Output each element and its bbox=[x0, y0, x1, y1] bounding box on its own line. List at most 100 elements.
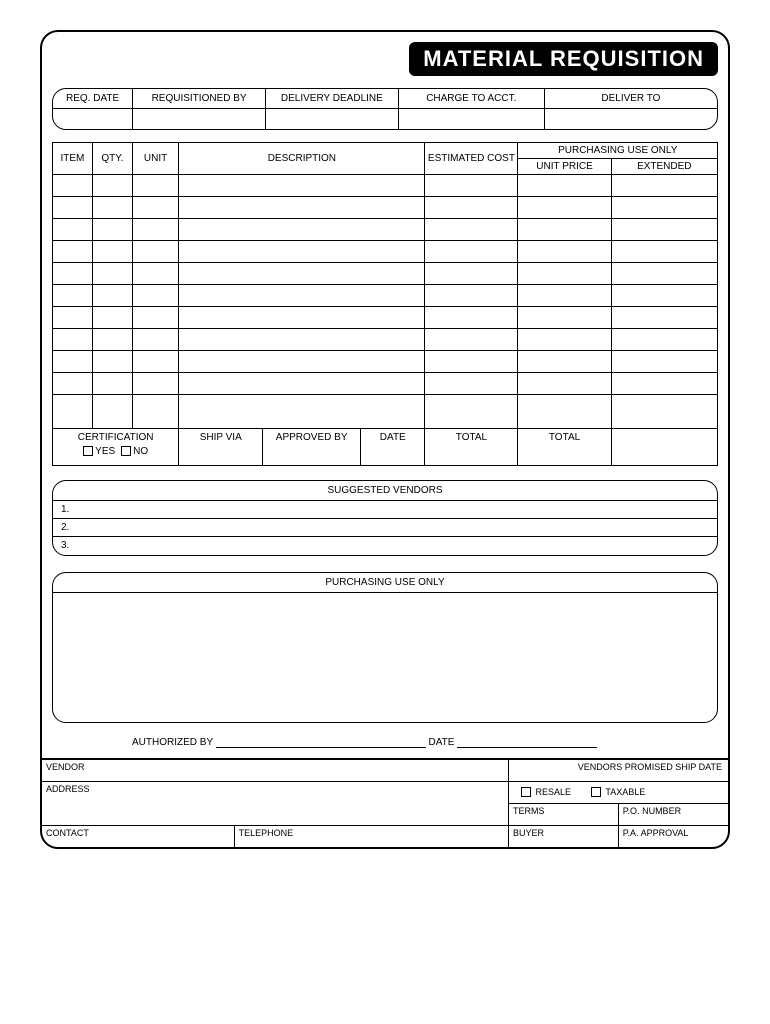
desc-cell[interactable] bbox=[179, 262, 425, 284]
desc-cell[interactable] bbox=[179, 394, 425, 428]
ext-cell[interactable] bbox=[611, 262, 717, 284]
item-cell[interactable] bbox=[53, 372, 93, 394]
vendor-row-2[interactable]: 2. bbox=[53, 519, 717, 537]
price-cell[interactable] bbox=[518, 350, 611, 372]
price-cell[interactable] bbox=[518, 394, 611, 428]
qty-cell[interactable] bbox=[92, 372, 132, 394]
total-ext-cell[interactable] bbox=[611, 428, 717, 465]
vendor-row-1[interactable]: 1. bbox=[53, 501, 717, 519]
charge-to-acct-field[interactable] bbox=[398, 109, 544, 129]
qty-cell[interactable] bbox=[92, 306, 132, 328]
auth-date-field[interactable] bbox=[457, 737, 597, 748]
ext-cell[interactable] bbox=[611, 328, 717, 350]
po-number-label[interactable]: P.O. NUMBER bbox=[618, 803, 728, 825]
qty-cell[interactable] bbox=[92, 240, 132, 262]
cost-cell[interactable] bbox=[425, 284, 518, 306]
promised-ship-date-label[interactable]: VENDORS PROMISED SHIP DATE bbox=[508, 759, 728, 781]
price-cell[interactable] bbox=[518, 218, 611, 240]
ext-cell[interactable] bbox=[611, 284, 717, 306]
qty-cell[interactable] bbox=[92, 218, 132, 240]
desc-cell[interactable] bbox=[179, 328, 425, 350]
ext-cell[interactable] bbox=[611, 174, 717, 196]
cert-no-checkbox[interactable] bbox=[121, 446, 131, 456]
price-cell[interactable] bbox=[518, 174, 611, 196]
ext-cell[interactable] bbox=[611, 372, 717, 394]
price-cell[interactable] bbox=[518, 306, 611, 328]
item-cell[interactable] bbox=[53, 196, 93, 218]
vendor-row-3[interactable]: 3. bbox=[53, 537, 717, 555]
price-cell[interactable] bbox=[518, 262, 611, 284]
item-cell[interactable] bbox=[53, 218, 93, 240]
cost-cell[interactable] bbox=[425, 240, 518, 262]
qty-cell[interactable] bbox=[92, 350, 132, 372]
cert-yes-checkbox[interactable] bbox=[83, 446, 93, 456]
contact-label[interactable]: CONTACT bbox=[42, 825, 234, 847]
delivery-deadline-field[interactable] bbox=[265, 109, 398, 129]
unit-cell[interactable] bbox=[132, 174, 179, 196]
desc-cell[interactable] bbox=[179, 174, 425, 196]
ext-cell[interactable] bbox=[611, 218, 717, 240]
ext-cell[interactable] bbox=[611, 196, 717, 218]
desc-cell[interactable] bbox=[179, 284, 425, 306]
taxable-checkbox[interactable] bbox=[591, 787, 601, 797]
ext-cell[interactable] bbox=[611, 306, 717, 328]
cost-cell[interactable] bbox=[425, 218, 518, 240]
qty-cell[interactable] bbox=[92, 174, 132, 196]
item-cell[interactable] bbox=[53, 394, 93, 428]
pa-approval-label[interactable]: P.A. APPROVAL bbox=[618, 825, 728, 847]
cost-cell[interactable] bbox=[425, 350, 518, 372]
deliver-to-field[interactable] bbox=[544, 109, 717, 129]
unit-cell[interactable] bbox=[132, 306, 179, 328]
buyer-label[interactable]: BUYER bbox=[508, 825, 618, 847]
cost-cell[interactable] bbox=[425, 394, 518, 428]
qty-cell[interactable] bbox=[92, 262, 132, 284]
unit-cell[interactable] bbox=[132, 284, 179, 306]
price-cell[interactable] bbox=[518, 196, 611, 218]
unit-cell[interactable] bbox=[132, 372, 179, 394]
authorized-by-field[interactable] bbox=[216, 737, 426, 748]
unit-cell[interactable] bbox=[132, 196, 179, 218]
desc-cell[interactable] bbox=[179, 350, 425, 372]
unit-cell[interactable] bbox=[132, 394, 179, 428]
ext-cell[interactable] bbox=[611, 394, 717, 428]
cost-cell[interactable] bbox=[425, 262, 518, 284]
unit-cell[interactable] bbox=[132, 328, 179, 350]
qty-cell[interactable] bbox=[92, 394, 132, 428]
item-cell[interactable] bbox=[53, 306, 93, 328]
ext-cell[interactable] bbox=[611, 350, 717, 372]
qty-cell[interactable] bbox=[92, 328, 132, 350]
resale-checkbox[interactable] bbox=[521, 787, 531, 797]
ext-cell[interactable] bbox=[611, 240, 717, 262]
qty-cell[interactable] bbox=[92, 284, 132, 306]
terms-label[interactable]: TERMS bbox=[508, 803, 618, 825]
cost-cell[interactable] bbox=[425, 372, 518, 394]
item-cell[interactable] bbox=[53, 350, 93, 372]
unit-cell[interactable] bbox=[132, 350, 179, 372]
desc-cell[interactable] bbox=[179, 306, 425, 328]
item-cell[interactable] bbox=[53, 328, 93, 350]
unit-cell[interactable] bbox=[132, 262, 179, 284]
price-cell[interactable] bbox=[518, 328, 611, 350]
price-cell[interactable] bbox=[518, 284, 611, 306]
purchasing-body[interactable] bbox=[53, 592, 717, 722]
requisitioned-by-field[interactable] bbox=[133, 109, 266, 129]
address-label[interactable]: ADDRESS bbox=[42, 781, 508, 825]
desc-cell[interactable] bbox=[179, 372, 425, 394]
cost-cell[interactable] bbox=[425, 306, 518, 328]
desc-cell[interactable] bbox=[179, 196, 425, 218]
unit-cell[interactable] bbox=[132, 218, 179, 240]
item-cell[interactable] bbox=[53, 174, 93, 196]
telephone-label[interactable]: TELEPHONE bbox=[234, 825, 508, 847]
price-cell[interactable] bbox=[518, 372, 611, 394]
cost-cell[interactable] bbox=[425, 196, 518, 218]
cost-cell[interactable] bbox=[425, 328, 518, 350]
cost-cell[interactable] bbox=[425, 174, 518, 196]
desc-cell[interactable] bbox=[179, 240, 425, 262]
unit-cell[interactable] bbox=[132, 240, 179, 262]
req-date-field[interactable] bbox=[53, 109, 133, 129]
price-cell[interactable] bbox=[518, 240, 611, 262]
vendor-label[interactable]: VENDOR bbox=[42, 759, 508, 781]
item-cell[interactable] bbox=[53, 262, 93, 284]
item-cell[interactable] bbox=[53, 284, 93, 306]
qty-cell[interactable] bbox=[92, 196, 132, 218]
